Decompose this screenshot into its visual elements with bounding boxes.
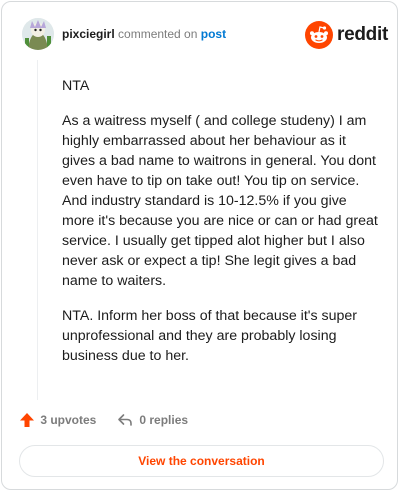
view-conversation-button[interactable]: View the conversation [19,445,384,477]
reddit-wordmark: reddit [337,24,388,45]
comment-paragraph: As a waitress myself ( and college stude… [62,113,378,289]
action-text: commented on [118,27,198,41]
username-link[interactable]: pixciegirl [62,27,115,41]
upvote-button[interactable]: 3 upvotes [19,412,96,428]
thread-line [37,60,38,400]
reddit-logo[interactable]: reddit [305,21,388,49]
comment-paragraph: NTA. Inform her boss of that because it'… [62,308,357,364]
upvote-arrow-icon [20,413,34,427]
upvote-count: 3 upvotes [40,413,97,427]
comment-card: pixciegirl commented on post reddit NTA … [1,1,398,490]
avatar-icon [22,18,54,50]
reply-button[interactable]: 0 replies [117,412,188,428]
comment-header: pixciegirl commented on post reddit [22,18,388,54]
reply-arrow-icon [118,414,132,426]
post-link[interactable]: post [201,27,226,41]
reddit-snoo-icon [305,21,333,49]
reply-count: 0 replies [139,413,189,427]
comment-paragraph: NTA [62,78,90,94]
comment-meta: pixciegirl commented on post [62,27,226,41]
user-avatar[interactable] [22,18,54,50]
comment-body: NTA As a waitress myself ( and college s… [62,76,380,381]
